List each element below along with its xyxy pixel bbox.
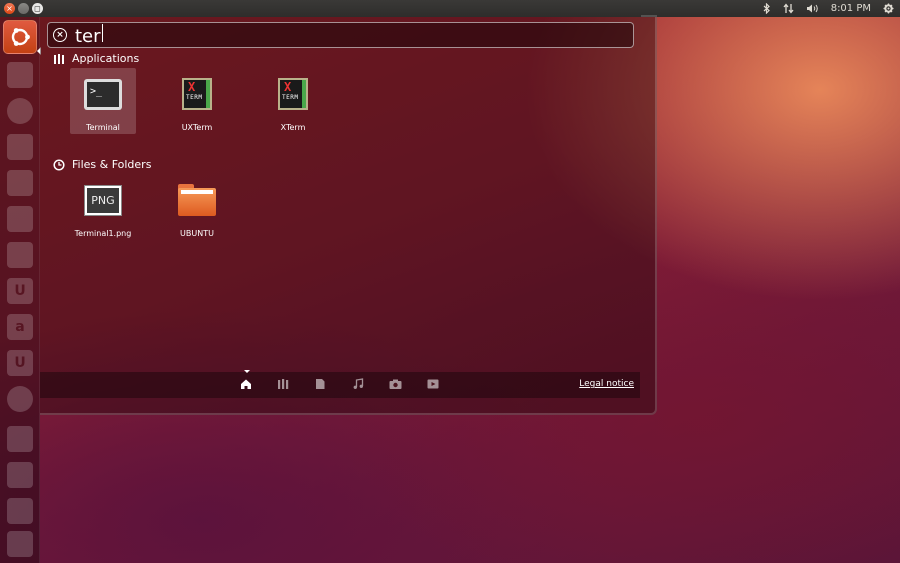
ubuntu-one-icon: U [7,278,33,304]
result-ubuntu-folder[interactable]: UBUNTU [164,174,230,240]
legal-notice-link[interactable]: Legal notice [579,379,634,389]
clock[interactable]: 8:01 PM [831,3,871,14]
launcher-ubuntu-one[interactable]: U [3,274,37,308]
clock-category-icon [53,158,65,171]
search-input[interactable]: ter [75,23,615,47]
launcher-settings[interactable] [3,382,37,416]
result-label: Terminal [86,123,120,132]
drive-icon [7,498,33,524]
minimize-button[interactable] [18,3,29,14]
launcher-trash[interactable] [3,527,37,561]
ubuntu-logo-icon [11,28,30,46]
xterm-icon: X TERM [273,77,313,111]
category-applications-label: Applications [72,52,140,65]
workspaces-icon [7,462,33,488]
bluetooth-icon[interactable] [763,3,771,14]
xterm-icon: X TERM [177,77,217,111]
launcher-impress[interactable] [3,202,37,236]
active-lens-marker [244,370,250,373]
dash: × ter Applications >_ Terminal X TERM UXT… [40,17,657,415]
terminal-prompt: >_ [87,81,119,107]
result-xterm[interactable]: X TERM XTerm [260,68,326,134]
calc-icon [7,170,33,196]
impress-icon [7,206,33,232]
result-label: Terminal1.png [74,229,132,238]
xterm-term-mark: TERM [186,94,203,101]
result-label: UXTerm [181,123,213,132]
music-lens-icon[interactable] [351,377,365,391]
xterm-x-mark: X [284,80,292,94]
launcher-firefox[interactable] [3,94,37,128]
terminal-icon [7,426,33,452]
result-label: UBUNTU [180,229,214,238]
writer-icon [7,134,33,160]
result-terminal1-png[interactable]: PNG Terminal1.png [70,174,136,240]
video-lens-icon[interactable] [426,377,440,391]
xterm-term-mark: TERM [282,94,299,101]
result-label: XTerm [280,123,306,132]
result-terminal[interactable]: >_ Terminal [70,68,136,134]
terminal-icon: >_ [83,77,123,111]
clear-search-icon[interactable]: × [53,28,67,42]
session-gear-icon[interactable] [883,3,894,14]
files-lens-icon[interactable] [313,377,327,391]
photos-lens-icon[interactable] [388,377,402,391]
launcher: U a U [0,17,41,563]
close-button[interactable]: × [4,3,15,14]
launcher-software-center[interactable] [3,238,37,272]
result-uxterm[interactable]: X TERM UXTerm [164,68,230,134]
xterm-x-mark: X [188,80,196,94]
window-controls: × ◻ [0,3,43,14]
png-file-icon: PNG [83,183,123,217]
launcher-ubuntu-one-music[interactable]: U [3,346,37,380]
launcher-workspaces[interactable] [3,458,37,492]
indicator-area: 8:01 PM [763,0,894,17]
launcher-files[interactable] [3,58,37,92]
network-icon[interactable] [783,3,794,14]
firefox-icon [7,98,33,124]
dash-home-button[interactable] [3,20,37,54]
launcher-writer[interactable] [3,130,37,164]
launcher-drive[interactable] [3,494,37,528]
trash-icon [7,531,33,557]
files-icon [7,62,33,88]
category-files-folders[interactable]: Files & Folders [53,158,151,171]
settings-gear-icon [7,386,33,412]
software-center-icon [7,242,33,268]
folder-icon [177,183,217,217]
search-bar[interactable]: × ter [47,22,634,48]
launcher-amazon[interactable]: a [3,310,37,344]
png-badge: PNG [87,187,119,213]
ubuntu-one-music-icon: U [7,350,33,376]
launcher-terminal[interactable] [3,422,37,456]
volume-icon[interactable] [806,3,819,14]
text-caret [101,23,103,42]
search-query: ter [75,25,101,47]
amazon-icon: a [7,314,33,340]
top-panel: × ◻ 8:01 PM [0,0,900,17]
category-files-label: Files & Folders [72,158,152,171]
launcher-calc[interactable] [3,166,37,200]
applications-lens-icon[interactable] [276,377,290,391]
maximize-button[interactable]: ◻ [32,3,43,14]
home-lens-icon[interactable] [239,377,253,391]
category-applications[interactable]: Applications [53,52,139,65]
applications-category-icon [53,53,65,65]
lens-bar: Legal notice [40,370,640,398]
